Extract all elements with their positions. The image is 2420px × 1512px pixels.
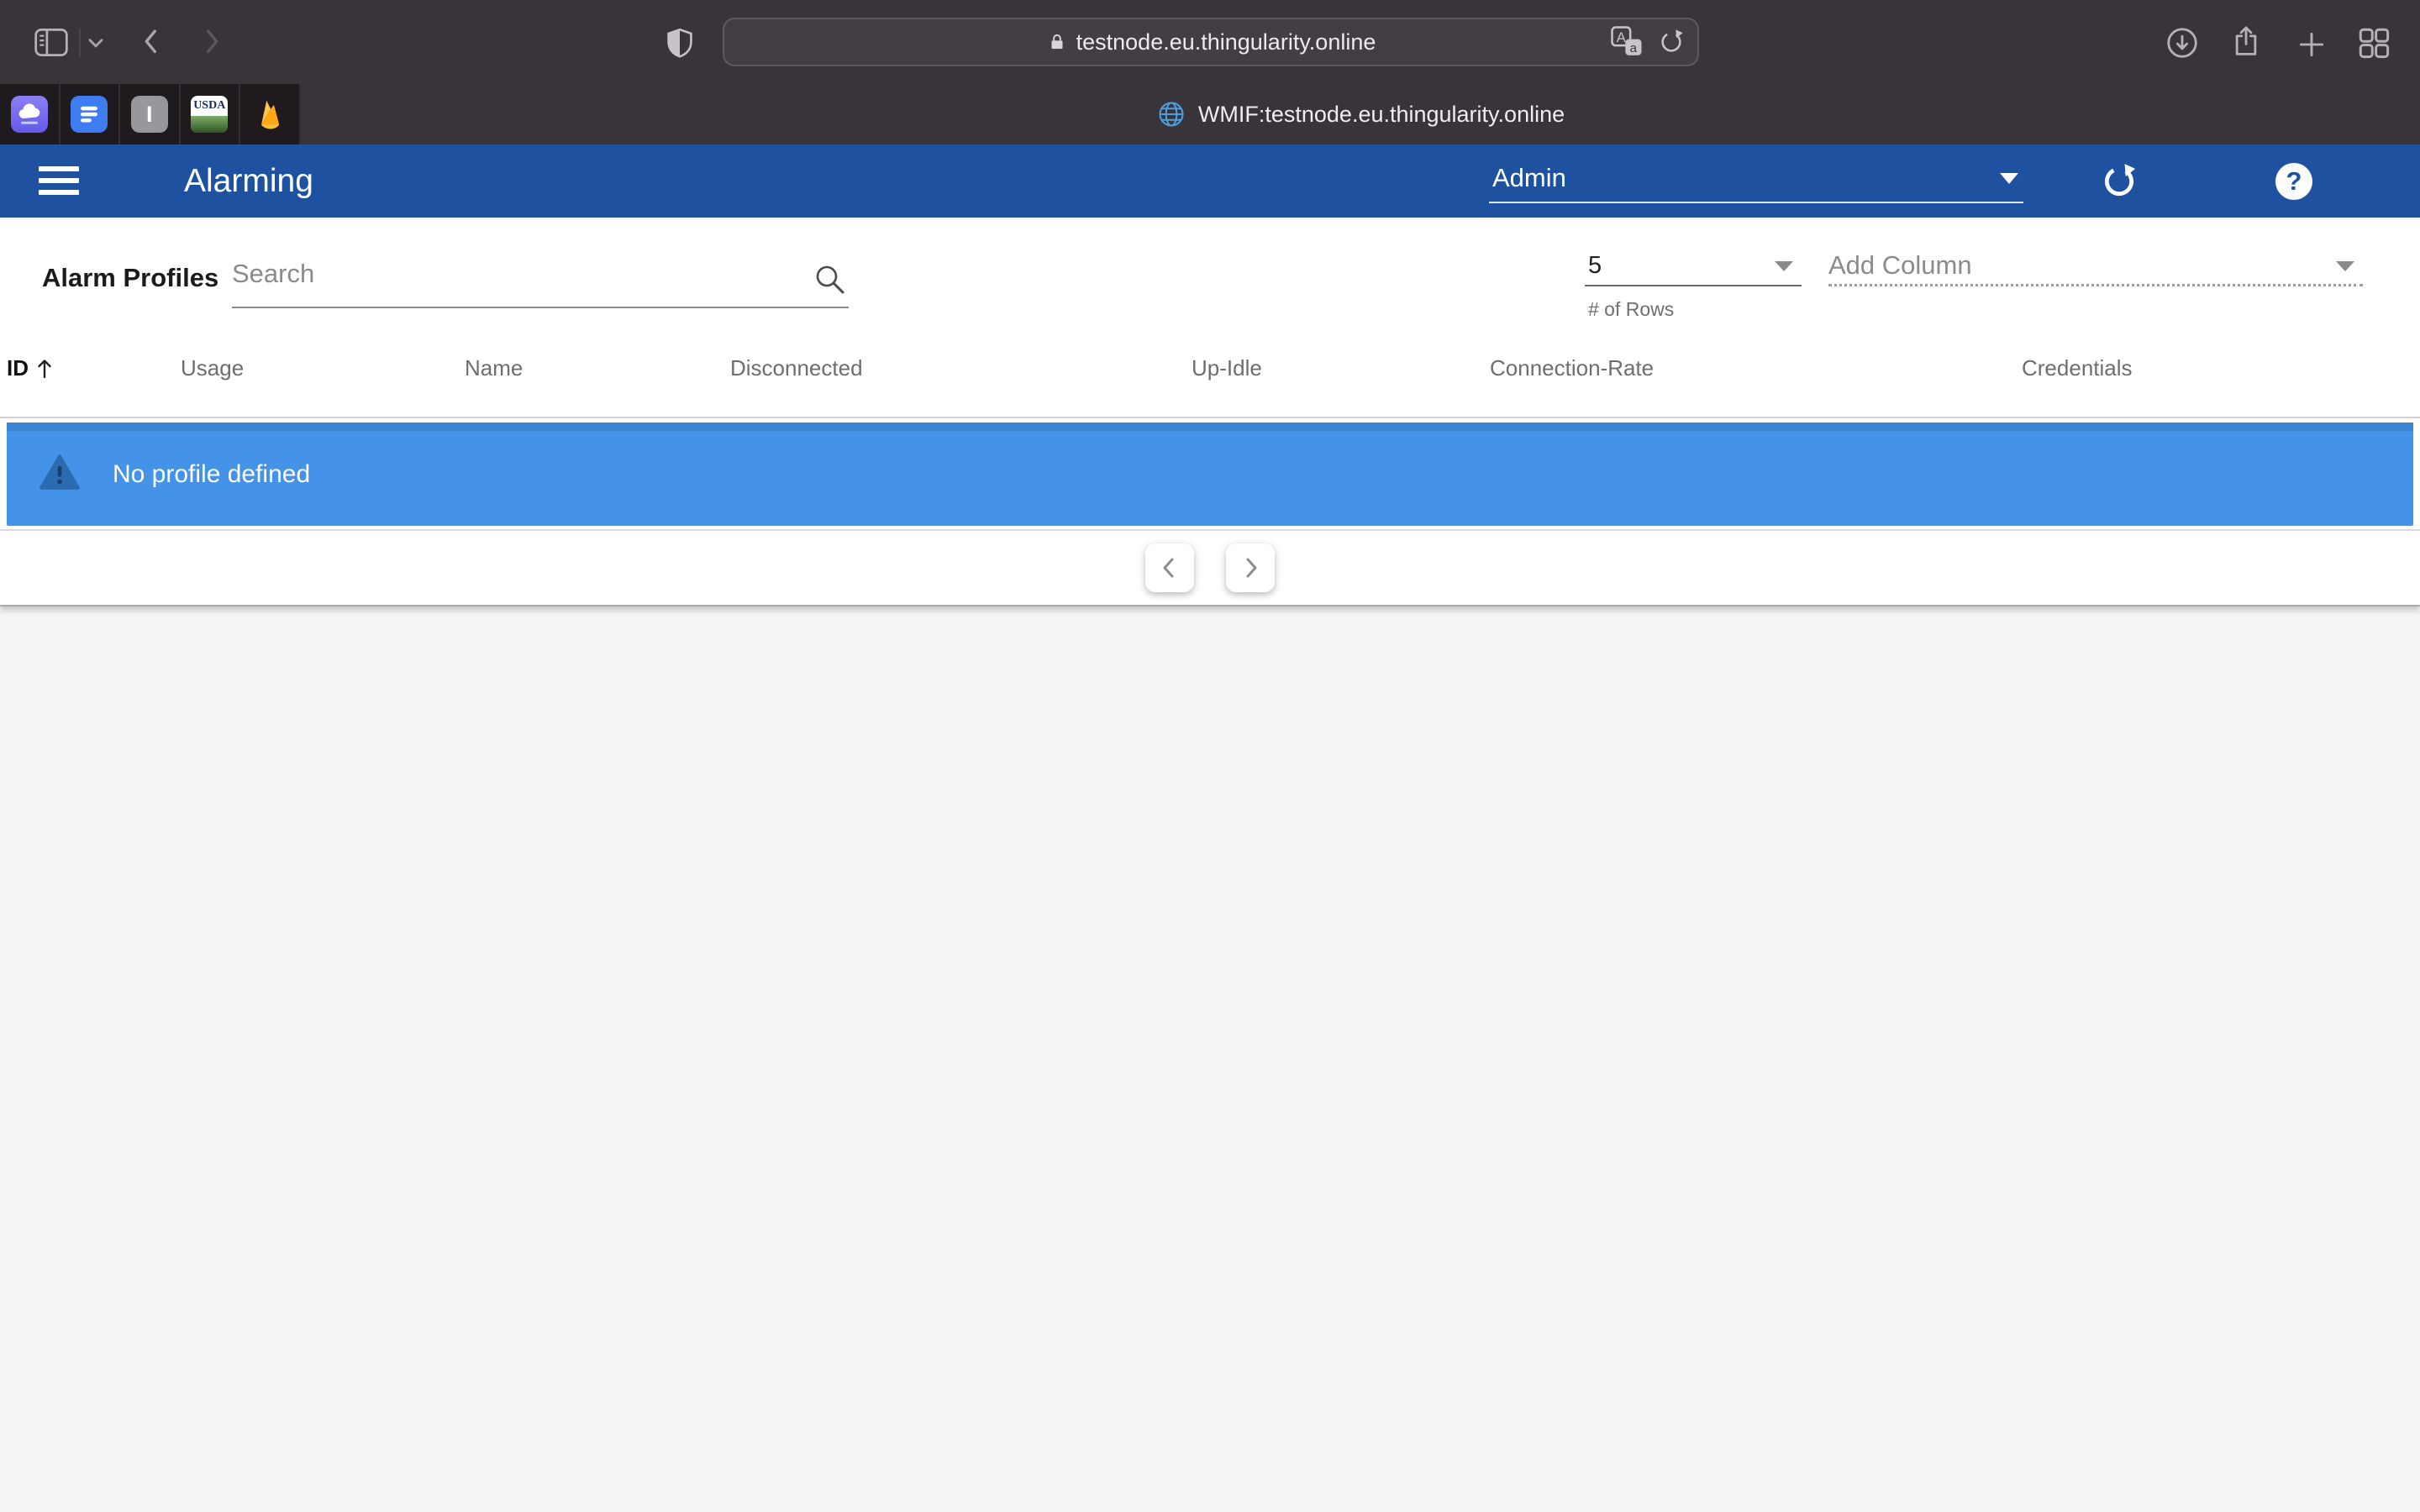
info-letter: I: [146, 102, 153, 128]
empty-state-banner: No profile defined: [7, 423, 2413, 526]
lock-icon: [1046, 30, 1068, 54]
sort-ascending-icon: [34, 356, 55, 381]
pinned-tab-info[interactable]: I: [120, 84, 181, 144]
help-button[interactable]: ?: [2274, 161, 2314, 202]
column-label: Disconnected: [730, 355, 863, 381]
column-label: Usage: [181, 355, 244, 381]
pinned-tab-docs[interactable]: [60, 84, 121, 144]
sidebar-chevron-down-icon[interactable]: [86, 35, 106, 50]
globe-icon: [1156, 99, 1186, 129]
chevron-down-icon: [1775, 261, 1793, 271]
next-page-button[interactable]: [1226, 543, 1275, 592]
user-menu-value: Admin: [1489, 158, 2023, 198]
rows-per-page-value: 5: [1585, 249, 1802, 281]
chevron-right-icon: [1234, 551, 1267, 585]
banner-top-strip: [7, 423, 2413, 431]
table-header: ID Usage Name Disconnected Up-Idle Conne…: [0, 345, 2420, 396]
column-label: Credentials: [2022, 355, 2133, 381]
tab-overview-icon[interactable]: [2356, 25, 2391, 60]
pinned-tab-cloud[interactable]: [0, 84, 60, 144]
column-header-credentials[interactable]: Credentials: [2022, 355, 2133, 381]
app-bar: Alarming Admin ?: [0, 144, 2420, 218]
firebase-flame-icon: [251, 96, 288, 133]
column-label: ID: [7, 355, 29, 381]
cloud-app-icon: [11, 96, 48, 133]
search-field: [232, 241, 849, 308]
column-header-up-idle[interactable]: Up-Idle: [1192, 355, 1262, 381]
column-label: Name: [465, 355, 523, 381]
rows-per-page-select[interactable]: 5: [1585, 249, 1802, 286]
active-tab[interactable]: WMIF:testnode.eu.thingularity.online: [301, 84, 2420, 144]
empty-state-message: No profile defined: [113, 460, 310, 489]
banner-bottom-divider: [0, 529, 2420, 531]
section-title: Alarm Profiles: [42, 263, 218, 293]
previous-page-button[interactable]: [1145, 543, 1194, 592]
rows-per-page-caption: # of Rows: [1588, 298, 1674, 321]
question-mark-icon: ?: [2275, 163, 2312, 200]
menu-icon[interactable]: [39, 163, 79, 198]
downloads-icon[interactable]: [2165, 25, 2200, 60]
info-letter-icon: I: [131, 96, 168, 133]
alarm-profiles-card: Alarm Profiles 5 # of Rows Add Column ID…: [0, 218, 2420, 606]
column-header-usage[interactable]: Usage: [181, 355, 244, 381]
reload-icon[interactable]: [1657, 28, 1686, 56]
browser-toolbar: testnode.eu.thingularity.online A a: [0, 0, 2420, 84]
usda-icon: USDA: [191, 96, 228, 133]
column-label: Up-Idle: [1192, 355, 1262, 381]
url-text: testnode.eu.thingularity.online: [1076, 29, 1376, 55]
address-bar[interactable]: testnode.eu.thingularity.online A a: [723, 18, 1699, 66]
toolbar-divider: [79, 29, 81, 57]
active-tab-title: WMIF:testnode.eu.thingularity.online: [1198, 102, 1565, 128]
column-label: Connection-Rate: [1490, 355, 1654, 381]
user-menu-select[interactable]: Admin: [1489, 158, 2023, 203]
column-header-connection-rate[interactable]: Connection-Rate: [1490, 355, 1654, 381]
search-icon[interactable]: [812, 261, 849, 302]
pinned-tab-firebase[interactable]: [240, 84, 301, 144]
refresh-button[interactable]: [2099, 161, 2139, 202]
document-list-icon: [71, 96, 108, 133]
sidebar-toggle-icon[interactable]: [32, 24, 71, 60]
warning-icon: [39, 452, 81, 496]
tab-bar: I USDA WMIF:testnode.eu.thingularity.onl…: [0, 84, 2420, 144]
column-header-id[interactable]: ID: [7, 355, 55, 381]
add-column-select[interactable]: Add Column: [1828, 249, 2363, 286]
svg-text:a: a: [1630, 41, 1638, 55]
pinned-tab-usda[interactable]: USDA: [181, 84, 241, 144]
table-top-divider: [0, 417, 2420, 418]
privacy-shield-icon[interactable]: [664, 24, 696, 62]
column-header-name[interactable]: Name: [465, 355, 523, 381]
chevron-down-icon: [2336, 261, 2354, 271]
column-header-disconnected[interactable]: Disconnected: [730, 355, 863, 381]
translate-icon[interactable]: A a: [1610, 25, 1644, 59]
forward-button[interactable]: [197, 25, 227, 59]
add-column-placeholder: Add Column: [1828, 249, 2363, 281]
chevron-down-icon: [2000, 173, 2018, 184]
new-tab-icon[interactable]: [2296, 29, 2328, 60]
svg-text:A: A: [1617, 29, 1627, 45]
usda-label: USDA: [193, 96, 225, 116]
page-title: Alarming: [184, 144, 313, 218]
back-button[interactable]: [136, 25, 166, 59]
search-input[interactable]: [232, 241, 778, 307]
share-icon[interactable]: [2228, 22, 2264, 60]
usda-field-graphic: [191, 116, 228, 133]
chevron-left-icon: [1153, 551, 1186, 585]
